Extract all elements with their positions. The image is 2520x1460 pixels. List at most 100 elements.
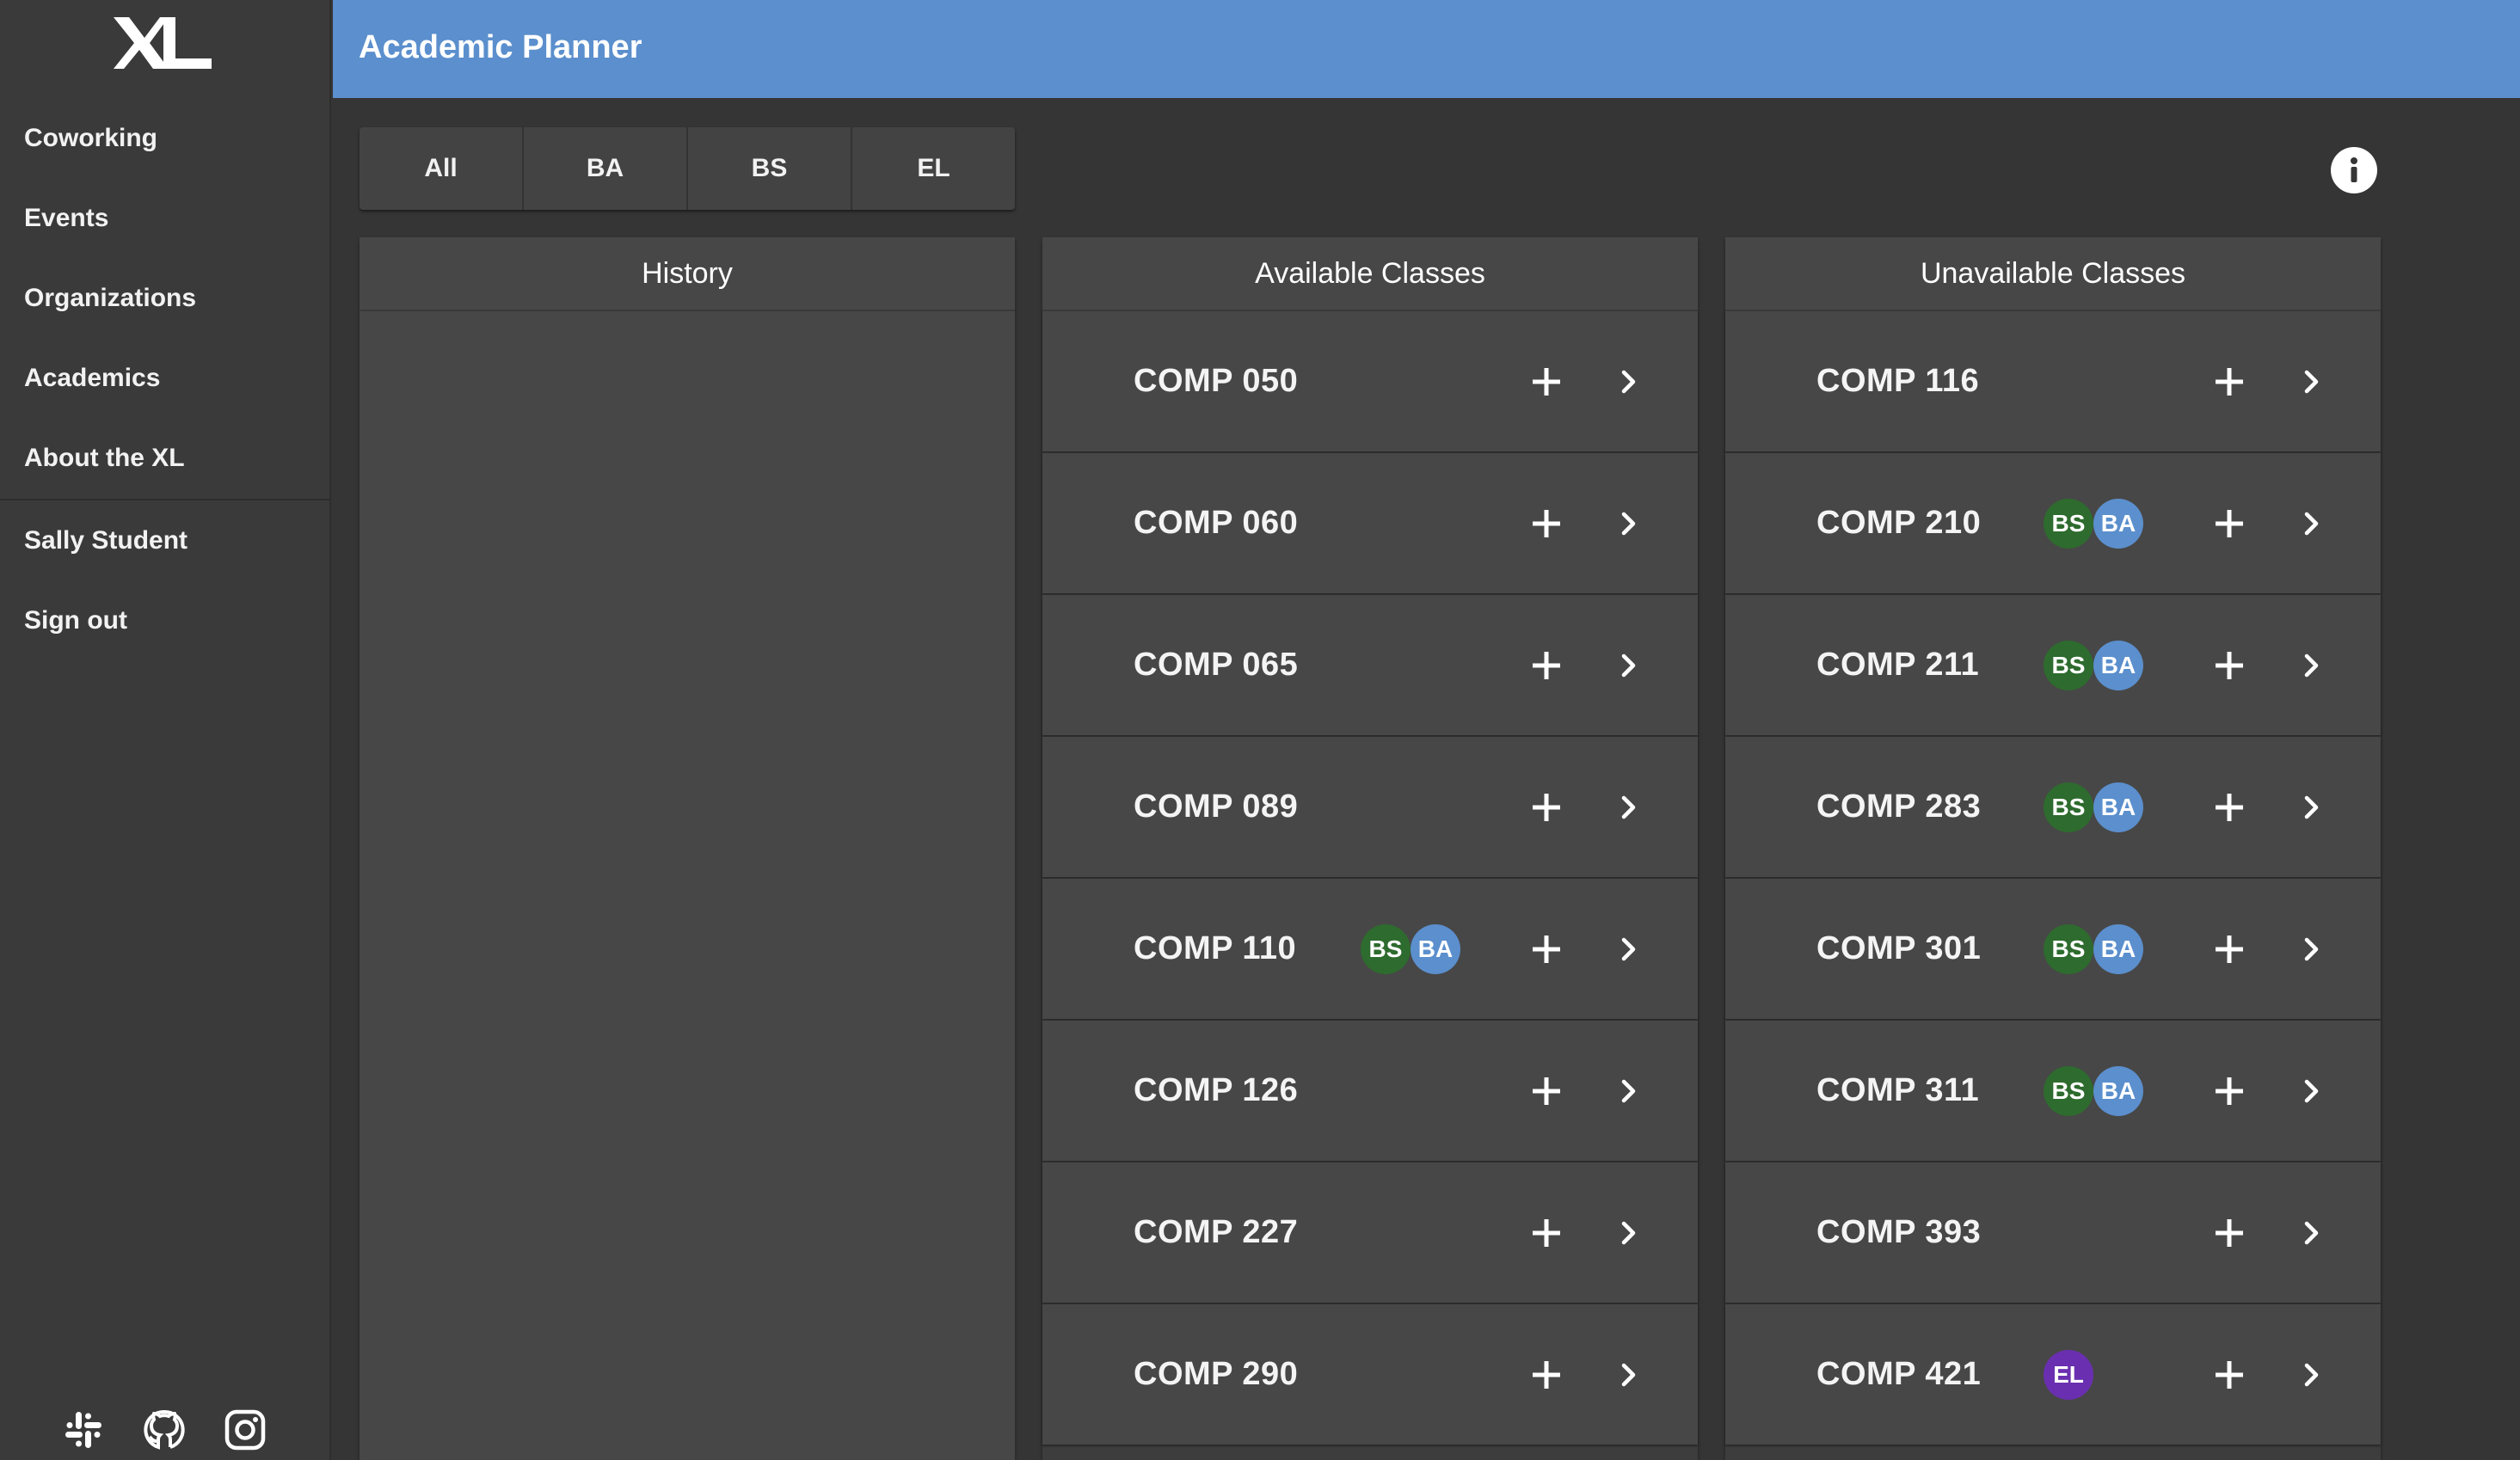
tab-all[interactable]: All: [360, 127, 524, 210]
sidebar-item-events[interactable]: Events: [24, 204, 108, 233]
class-row[interactable]: COMP 116: [1725, 311, 2381, 451]
requirement-badges: BS BA: [2044, 782, 2164, 832]
class-name: COMP 126: [1134, 1072, 1299, 1108]
class-row[interactable]: COMP 126: [1042, 1021, 1698, 1161]
page-title: Academic Planner: [359, 29, 642, 65]
unavailable-classes-title: Unavailable Classes: [1725, 237, 2381, 311]
chevron-right-icon[interactable]: [2293, 787, 2331, 828]
github-icon[interactable]: [143, 1408, 186, 1451]
add-class-icon[interactable]: [2207, 1211, 2252, 1255]
add-class-icon[interactable]: [2207, 927, 2252, 972]
slack-icon[interactable]: [62, 1408, 105, 1451]
requirement-badges: BS BA: [2044, 924, 2164, 974]
add-class-icon[interactable]: [2207, 785, 2252, 830]
class-name: COMP 311: [1816, 1072, 1980, 1108]
ba-badge: BA: [2093, 1066, 2143, 1116]
chevron-right-icon[interactable]: [2293, 1070, 2331, 1112]
chevron-right-icon[interactable]: [2293, 1354, 2331, 1396]
add-class-icon[interactable]: [1524, 1069, 1569, 1113]
requirement-badges: BS BA: [2044, 1066, 2164, 1116]
class-row[interactable]: COMP 290: [1042, 1304, 1698, 1445]
sidebar-item-coworking[interactable]: Coworking: [24, 124, 157, 153]
sidebar-item-organizations[interactable]: Organizations: [24, 284, 196, 313]
info-icon: [2351, 157, 2357, 182]
class-name: COMP 290: [1134, 1356, 1299, 1392]
add-class-icon[interactable]: [2207, 1069, 2252, 1113]
sidebar-item-sign-out[interactable]: Sign out: [24, 606, 127, 635]
add-class-icon[interactable]: [1524, 1353, 1569, 1397]
chevron-right-icon[interactable]: [2293, 361, 2331, 402]
chevron-right-icon[interactable]: [1610, 361, 1648, 402]
chevron-right-icon[interactable]: [1610, 645, 1648, 686]
tab-el[interactable]: EL: [852, 127, 1015, 210]
class-row[interactable]: COMP 211 BS BA: [1725, 595, 2381, 735]
bs-badge: BS: [2044, 1066, 2093, 1116]
sidebar-divider: [0, 499, 331, 500]
requirement-badges: BS BA: [2044, 641, 2164, 690]
add-class-icon[interactable]: [2207, 359, 2252, 404]
bs-badge: BS: [1361, 924, 1411, 974]
chevron-right-icon[interactable]: [1610, 787, 1648, 828]
requirement-badges: EL: [2044, 1350, 2164, 1400]
add-class-icon[interactable]: [1524, 785, 1569, 830]
add-class-icon[interactable]: [2207, 501, 2252, 546]
class-row[interactable]: COMP 301 BS BA: [1725, 879, 2381, 1019]
filter-tabs: All BA BS EL: [360, 127, 1015, 210]
bs-badge: BS: [2044, 499, 2093, 549]
available-class-list: COMP 050 COMP 060 COMP 065 COMP 089 COMP 110…: [1042, 311, 1698, 1445]
chevron-right-icon[interactable]: [1610, 1070, 1648, 1112]
class-name: COMP 050: [1134, 363, 1299, 399]
class-name: COMP 393: [1816, 1214, 1982, 1250]
ba-badge: BA: [2093, 924, 2143, 974]
ba-badge: BA: [2093, 499, 2143, 549]
chevron-right-icon[interactable]: [2293, 929, 2331, 970]
class-name: COMP 227: [1134, 1214, 1299, 1250]
class-row[interactable]: COMP 089: [1042, 737, 1698, 877]
sidebar-item-academics[interactable]: Academics: [24, 364, 160, 393]
xl-logo[interactable]: [112, 12, 215, 74]
chevron-right-icon[interactable]: [2293, 1212, 2331, 1254]
class-row[interactable]: COMP 421 EL: [1725, 1304, 2381, 1445]
class-name: COMP 116: [1816, 363, 1980, 399]
bs-badge: BS: [2044, 782, 2093, 832]
chevron-right-icon[interactable]: [1610, 929, 1648, 970]
unavailable-classes-column: Unavailable Classes COMP 116 COMP 210 BS BA…: [1725, 237, 2381, 1460]
available-classes-title: Available Classes: [1042, 237, 1698, 311]
instagram-icon[interactable]: [224, 1408, 267, 1451]
bs-badge: BS: [2044, 641, 2093, 690]
class-row[interactable]: COMP 283 BS BA: [1725, 737, 2381, 877]
class-name: COMP 421: [1816, 1356, 1982, 1392]
class-row[interactable]: COMP 060: [1042, 453, 1698, 593]
add-class-icon[interactable]: [1524, 927, 1569, 972]
class-row[interactable]: COMP 227: [1042, 1162, 1698, 1303]
history-column: History: [360, 237, 1015, 1460]
ba-badge: BA: [2093, 641, 2143, 690]
class-row[interactable]: COMP 393: [1725, 1162, 2381, 1303]
chevron-right-icon[interactable]: [1610, 1354, 1648, 1396]
add-class-icon[interactable]: [1524, 359, 1569, 404]
chevron-right-icon[interactable]: [1610, 1212, 1648, 1254]
chevron-right-icon[interactable]: [1610, 503, 1648, 544]
info-button[interactable]: [2331, 147, 2377, 193]
add-class-icon[interactable]: [1524, 1211, 1569, 1255]
class-row[interactable]: COMP 050: [1042, 311, 1698, 451]
add-class-icon[interactable]: [2207, 643, 2252, 688]
add-class-icon[interactable]: [1524, 643, 1569, 688]
class-row[interactable]: COMP 110 BS BA: [1042, 879, 1698, 1019]
tab-ba[interactable]: BA: [524, 127, 688, 210]
available-classes-column: Available Classes COMP 050 COMP 060 COMP 0…: [1042, 237, 1698, 1460]
chevron-right-icon[interactable]: [2293, 503, 2331, 544]
chevron-right-icon[interactable]: [2293, 645, 2331, 686]
class-row[interactable]: COMP 210 BS BA: [1725, 453, 2381, 593]
class-row[interactable]: COMP 311 BS BA: [1725, 1021, 2381, 1161]
class-name: COMP 065: [1134, 647, 1299, 683]
ba-badge: BA: [1411, 924, 1460, 974]
class-row[interactable]: COMP 065: [1042, 595, 1698, 735]
class-name: COMP 211: [1816, 647, 1980, 683]
add-class-icon[interactable]: [1524, 501, 1569, 546]
sidebar-item-user[interactable]: Sally Student: [24, 526, 187, 555]
sidebar-item-about[interactable]: About the XL: [24, 444, 185, 473]
unavailable-class-list: COMP 116 COMP 210 BS BA COMP 211 BS BA COMP 283…: [1725, 311, 2381, 1445]
add-class-icon[interactable]: [2207, 1353, 2252, 1397]
tab-bs[interactable]: BS: [688, 127, 852, 210]
